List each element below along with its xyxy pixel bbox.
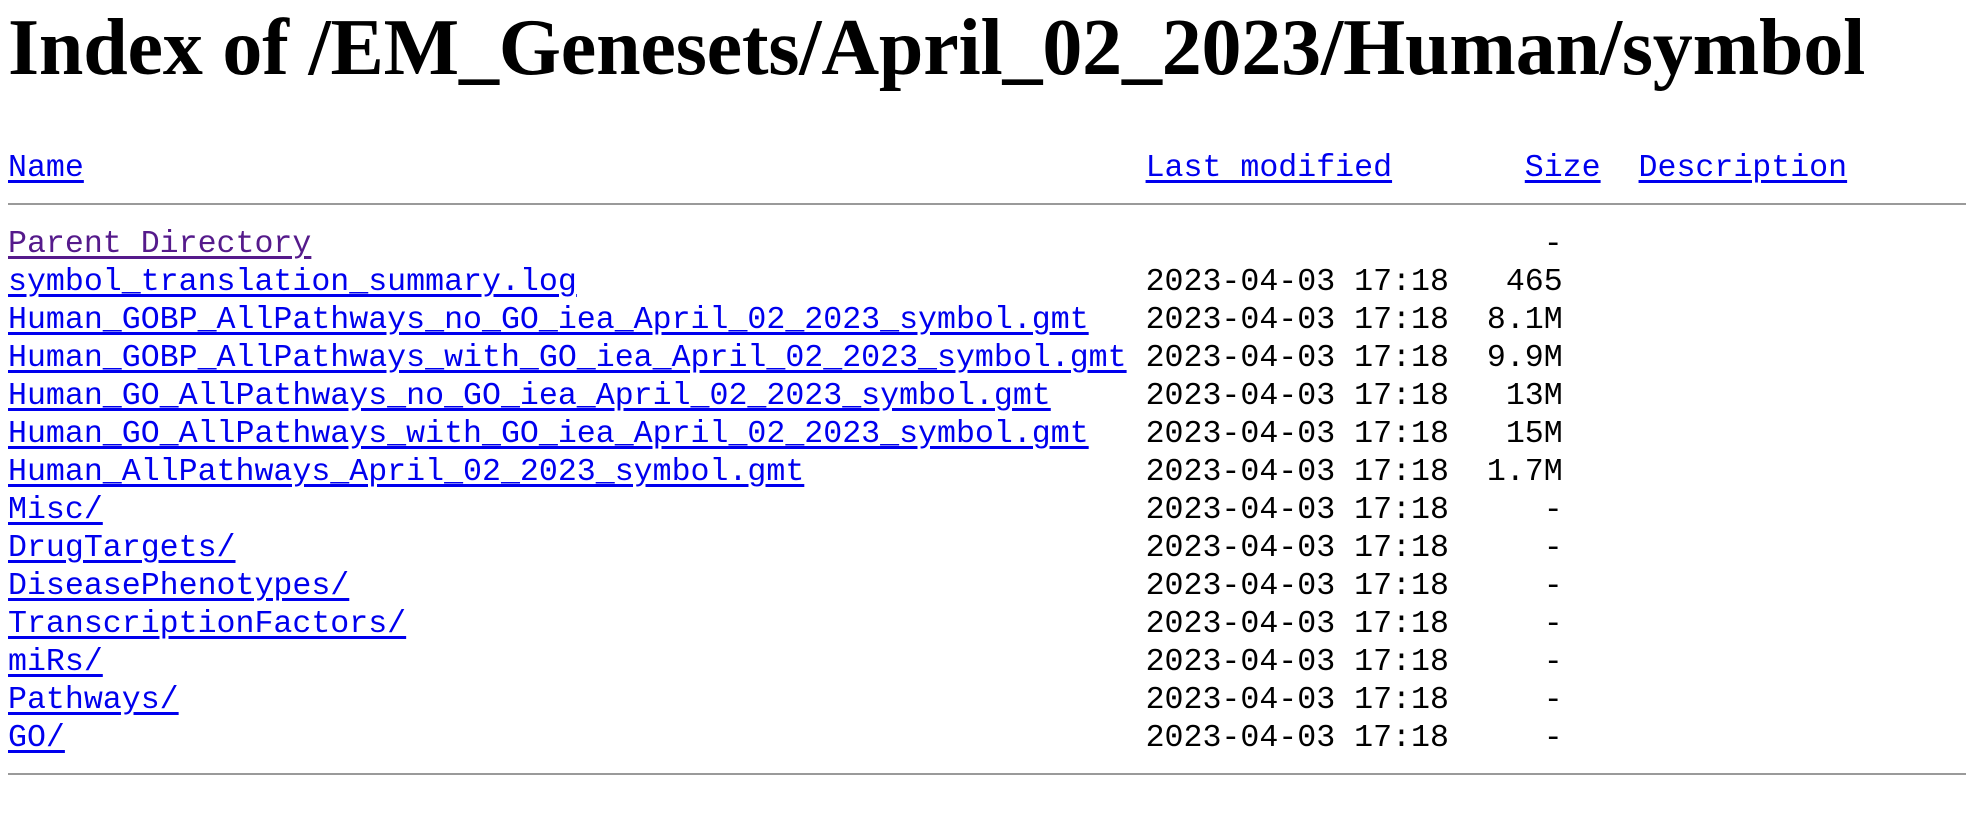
size-cell: 9.9M	[1486, 341, 1563, 376]
folder-link[interactable]: miRs/	[8, 645, 103, 680]
sort-by-last-modified-link[interactable]: Last modified	[1146, 151, 1392, 186]
file-row: TranscriptionFactors/ 2023-04-03 17:18 -	[8, 606, 1847, 644]
folder-link[interactable]: Pathways/	[8, 683, 179, 718]
last-modified-cell: 2023-04-03 17:18	[1145, 493, 1449, 528]
folder-link[interactable]: DiseasePhenotypes/	[8, 569, 349, 604]
last-modified-cell: 2023-04-03 17:18	[1145, 417, 1449, 452]
sort-by-size-link[interactable]: Size	[1525, 151, 1601, 186]
column-header-row: Name Last modified Size Description	[8, 150, 1847, 188]
page-title: Index of /EM_Genesets/April_02_2023/Huma…	[8, 4, 1866, 92]
file-link[interactable]: Human_GOBP_AllPathways_with_GO_iea_April…	[8, 341, 1127, 376]
size-cell: -	[1543, 227, 1563, 262]
file-row: Pathways/ 2023-04-03 17:18 -	[8, 682, 1847, 720]
file-row: Human_GO_AllPathways_no_GO_iea_April_02_…	[8, 378, 1847, 416]
file-row: Human_GOBP_AllPathways_with_GO_iea_April…	[8, 340, 1847, 378]
size-cell: -	[1543, 531, 1563, 566]
file-row: Human_GO_AllPathways_with_GO_iea_April_0…	[8, 416, 1847, 454]
file-row: miRs/ 2023-04-03 17:18 -	[8, 644, 1847, 682]
size-cell: 15M	[1505, 417, 1563, 452]
last-modified-cell: 2023-04-03 17:18	[1145, 683, 1449, 718]
directory-listing: Name Last modified Size Description Pare…	[8, 150, 1847, 758]
folder-link[interactable]: Misc/	[8, 493, 103, 528]
file-row: Misc/ 2023-04-03 17:18 -	[8, 492, 1847, 530]
parent-directory-row: Parent Directory -	[8, 226, 1847, 264]
sort-by-description-link[interactable]: Description	[1639, 151, 1848, 186]
size-cell: 8.1M	[1486, 303, 1563, 338]
header-divider	[8, 203, 1966, 205]
file-row: GO/ 2023-04-03 17:18 -	[8, 720, 1847, 758]
last-modified-cell: 2023-04-03 17:18	[1145, 569, 1449, 604]
folder-link[interactable]: TranscriptionFactors/	[8, 607, 406, 642]
file-row: DrugTargets/ 2023-04-03 17:18 -	[8, 530, 1847, 568]
file-link[interactable]: Human_AllPathways_April_02_2023_symbol.g…	[8, 455, 804, 490]
last-modified-cell: 2023-04-03 17:18	[1145, 303, 1449, 338]
sort-by-name-link[interactable]: Name	[8, 151, 84, 186]
size-cell: -	[1543, 683, 1563, 718]
file-link[interactable]: Human_GO_AllPathways_with_GO_iea_April_0…	[8, 417, 1089, 452]
size-cell: 13M	[1505, 379, 1563, 414]
file-row: Human_GOBP_AllPathways_no_GO_iea_April_0…	[8, 302, 1847, 340]
last-modified-cell: 2023-04-03 17:18	[1145, 265, 1449, 300]
last-modified-cell: 2023-04-03 17:18	[1145, 645, 1449, 680]
size-cell: 465	[1505, 265, 1563, 300]
size-cell: -	[1543, 721, 1563, 756]
size-cell: -	[1543, 569, 1563, 604]
last-modified-cell: 2023-04-03 17:18	[1145, 531, 1449, 566]
size-cell: -	[1543, 645, 1563, 680]
file-link[interactable]: symbol_translation_summary.log	[8, 265, 577, 300]
file-row: DiseasePhenotypes/ 2023-04-03 17:18 -	[8, 568, 1847, 606]
file-link[interactable]: Human_GOBP_AllPathways_no_GO_iea_April_0…	[8, 303, 1089, 338]
size-cell: 1.7M	[1486, 455, 1563, 490]
last-modified-cell: 2023-04-03 17:18	[1145, 455, 1449, 490]
file-row: symbol_translation_summary.log 2023-04-0…	[8, 264, 1847, 302]
last-modified-cell: 2023-04-03 17:18	[1145, 721, 1449, 756]
last-modified-cell: 2023-04-03 17:18	[1145, 379, 1449, 414]
footer-divider	[8, 773, 1966, 775]
last-modified-cell: 2023-04-03 17:18	[1145, 607, 1449, 642]
file-row: Human_AllPathways_April_02_2023_symbol.g…	[8, 454, 1847, 492]
size-cell: -	[1543, 607, 1563, 642]
last-modified-cell: 2023-04-03 17:18	[1145, 341, 1449, 376]
file-link[interactable]: Human_GO_AllPathways_no_GO_iea_April_02_…	[8, 379, 1051, 414]
folder-link[interactable]: GO/	[8, 721, 65, 756]
parent-directory-link[interactable]: Parent Directory	[8, 227, 311, 262]
folder-link[interactable]: DrugTargets/	[8, 531, 236, 566]
size-cell: -	[1543, 493, 1563, 528]
